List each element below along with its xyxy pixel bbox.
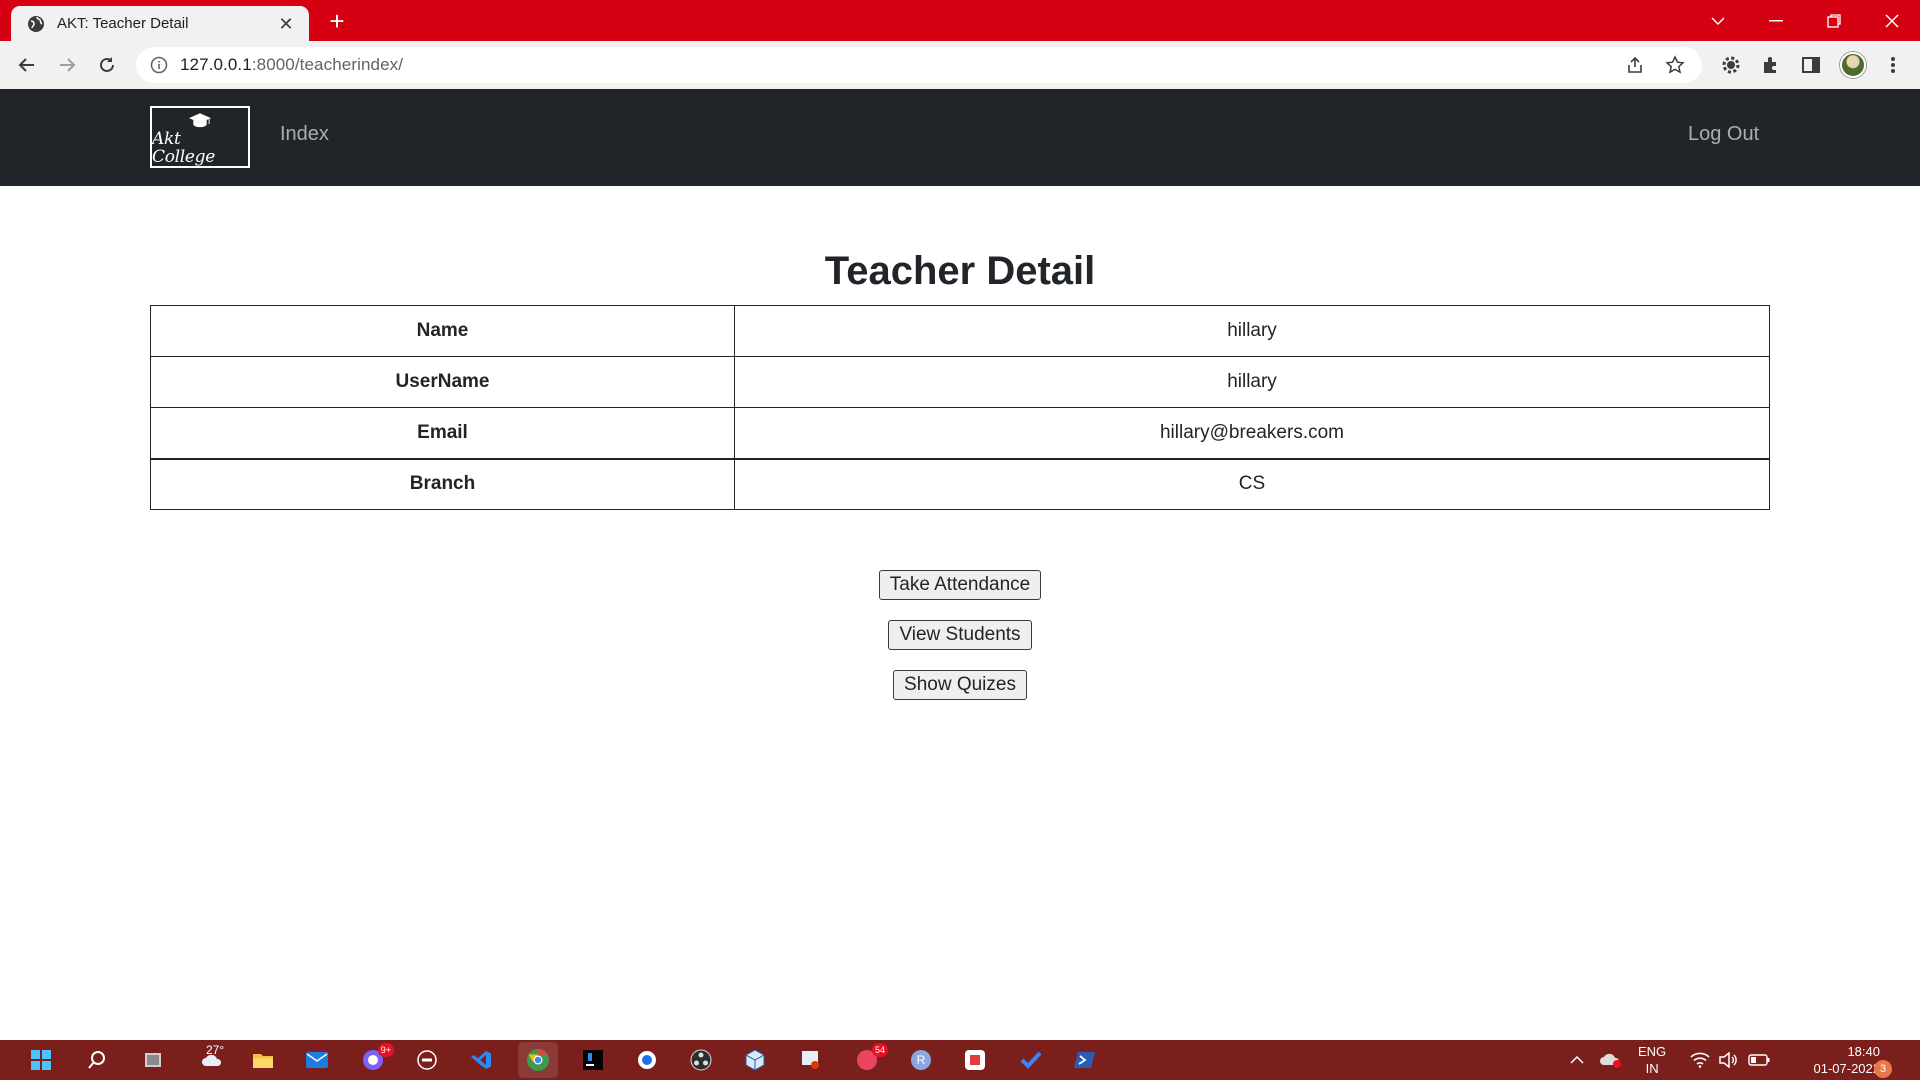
browser-menu-icon[interactable]: [1878, 50, 1908, 80]
language-indicator[interactable]: ENG IN: [1638, 1040, 1666, 1080]
show-quizes-button[interactable]: Show Quizes: [893, 670, 1027, 700]
profile-avatar[interactable]: [1838, 50, 1868, 80]
messaging-icon[interactable]: 54: [854, 1043, 888, 1073]
globe-icon: [27, 15, 45, 33]
volume-icon[interactable]: [1718, 1040, 1738, 1080]
chat-app-icon[interactable]: 9+: [360, 1043, 394, 1073]
extension-gear-icon[interactable]: [1716, 50, 1746, 80]
graduation-cap-icon: [189, 113, 211, 128]
chat-badge: 9+: [377, 1043, 394, 1057]
logout-link[interactable]: Log Out: [1688, 123, 1759, 146]
bookmark-star-icon[interactable]: [1660, 47, 1690, 83]
jetbrains-icon[interactable]: [580, 1047, 606, 1073]
tab-search-icon[interactable]: [1690, 0, 1746, 41]
close-window-button[interactable]: [1864, 0, 1920, 41]
windows-start-icon[interactable]: [28, 1047, 54, 1073]
browser-titlebar: AKT: Teacher Detail ✕ +: [0, 0, 1920, 41]
vscode-icon[interactable]: [468, 1047, 494, 1073]
info-icon[interactable]: [150, 56, 168, 74]
restore-button[interactable]: [1806, 0, 1862, 41]
language-code: ENG: [1638, 1044, 1667, 1059]
row-label-username: UserName: [150, 356, 735, 408]
system-clock[interactable]: 18:40 01-07-2022: [1780, 1043, 1881, 1077]
notes-app-icon[interactable]: [962, 1047, 988, 1073]
teacher-detail-table: Name hillary UserName hillary Email hill…: [150, 305, 1770, 510]
page-title: Teacher Detail: [824, 249, 1096, 293]
todo-check-icon[interactable]: [1018, 1047, 1044, 1073]
college-logo[interactable]: Akt College: [150, 106, 250, 168]
nav-link-index[interactable]: Index: [280, 123, 329, 146]
onedrive-error-icon[interactable]: [1600, 1040, 1622, 1080]
clock-time: 18:40: [1847, 1044, 1880, 1059]
table-row: UserName hillary: [150, 356, 1770, 408]
close-tab-icon[interactable]: ✕: [275, 13, 297, 35]
windows-taskbar: 27° 9+ 54 R ENG IN 18:40 01-07-2022 3: [0, 1040, 1920, 1080]
forward-arrow-icon[interactable]: [52, 50, 82, 80]
clock-date: 01-07-2022: [1813, 1061, 1881, 1076]
tab-title: AKT: Teacher Detail: [57, 15, 189, 32]
weather-temp: 27°: [206, 1043, 225, 1057]
virtualbox-icon[interactable]: [742, 1047, 768, 1073]
svg-text:R: R: [917, 1053, 926, 1067]
search-icon[interactable]: [84, 1047, 110, 1073]
app-circle-icon[interactable]: [634, 1047, 660, 1073]
row-value-name: hillary: [734, 305, 1770, 357]
extensions-puzzle-icon[interactable]: [1756, 50, 1786, 80]
battery-icon[interactable]: [1748, 1040, 1770, 1080]
take-attendance-button[interactable]: Take Attendance: [878, 570, 1042, 600]
wifi-icon[interactable]: [1690, 1040, 1710, 1080]
powershell-icon[interactable]: [1072, 1047, 1098, 1073]
row-value-branch: CS: [734, 457, 1770, 510]
row-value-email: hillary@breakers.com: [734, 407, 1770, 459]
chrome-taskbar-icon[interactable]: [518, 1042, 558, 1078]
table-row: Email hillary@breakers.com: [150, 407, 1770, 459]
browser-tab[interactable]: AKT: Teacher Detail ✕: [11, 6, 309, 41]
url-text: 127.0.0.1:8000/teacherindex/: [180, 55, 404, 74]
new-tab-button[interactable]: +: [323, 7, 351, 35]
brand-text: Akt College: [152, 129, 216, 167]
table-row: Branch CS: [150, 457, 1770, 510]
site-navbar: Akt College Index Log Out: [0, 89, 1920, 186]
mail-icon[interactable]: [304, 1047, 330, 1073]
notification-count-badge[interactable]: 3: [1874, 1060, 1892, 1078]
side-panel-icon[interactable]: [1796, 50, 1826, 80]
row-label-branch: Branch: [150, 457, 735, 510]
weather-widget[interactable]: 27°: [192, 1043, 232, 1073]
snipping-tool-icon[interactable]: [798, 1047, 824, 1073]
view-students-button[interactable]: View Students: [888, 620, 1032, 650]
back-arrow-icon[interactable]: [12, 50, 42, 80]
task-view-icon[interactable]: [140, 1047, 166, 1073]
minimize-button[interactable]: [1748, 0, 1804, 41]
region-code: IN: [1645, 1061, 1659, 1076]
messaging-badge: 54: [871, 1043, 888, 1057]
share-icon[interactable]: [1620, 47, 1650, 83]
show-hidden-icons-chevron[interactable]: [1570, 1040, 1584, 1080]
row-value-username: hillary: [734, 356, 1770, 408]
page-content: Akt College Index Log Out Teacher Detail…: [0, 89, 1920, 1040]
action-buttons: Take Attendance View Students Show Quize…: [0, 570, 1920, 720]
file-explorer-icon[interactable]: [250, 1047, 276, 1073]
obs-icon[interactable]: [688, 1047, 714, 1073]
dell-icon[interactable]: [414, 1047, 440, 1073]
table-row: Name hillary: [150, 305, 1770, 357]
r-app-icon[interactable]: R: [908, 1047, 934, 1073]
browser-toolbar: 127.0.0.1:8000/teacherindex/: [0, 41, 1920, 89]
row-label-name: Name: [150, 305, 735, 357]
row-label-email: Email: [150, 407, 735, 459]
reload-icon[interactable]: [92, 50, 122, 80]
address-bar[interactable]: 127.0.0.1:8000/teacherindex/: [136, 47, 1702, 83]
